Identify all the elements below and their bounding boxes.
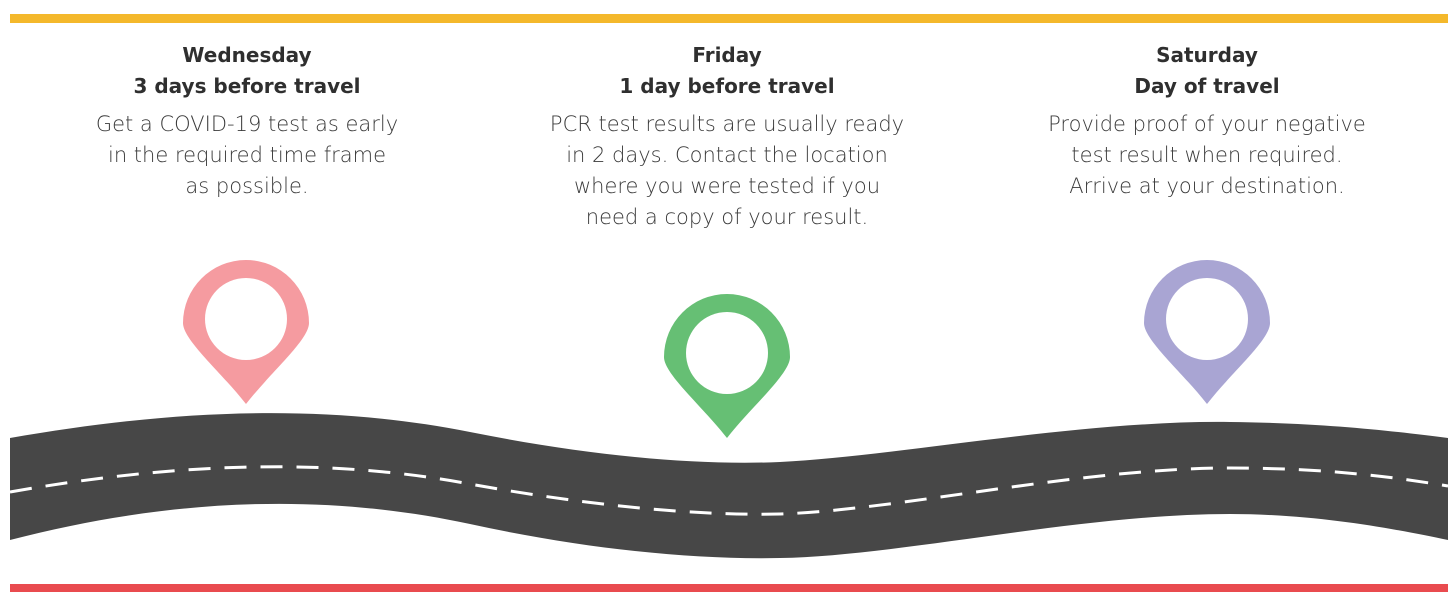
bottom-accent-bar — [10, 584, 1448, 592]
location-pin-icon — [1144, 260, 1270, 404]
location-pin-icon — [664, 294, 790, 438]
location-pin-icon — [183, 260, 309, 404]
